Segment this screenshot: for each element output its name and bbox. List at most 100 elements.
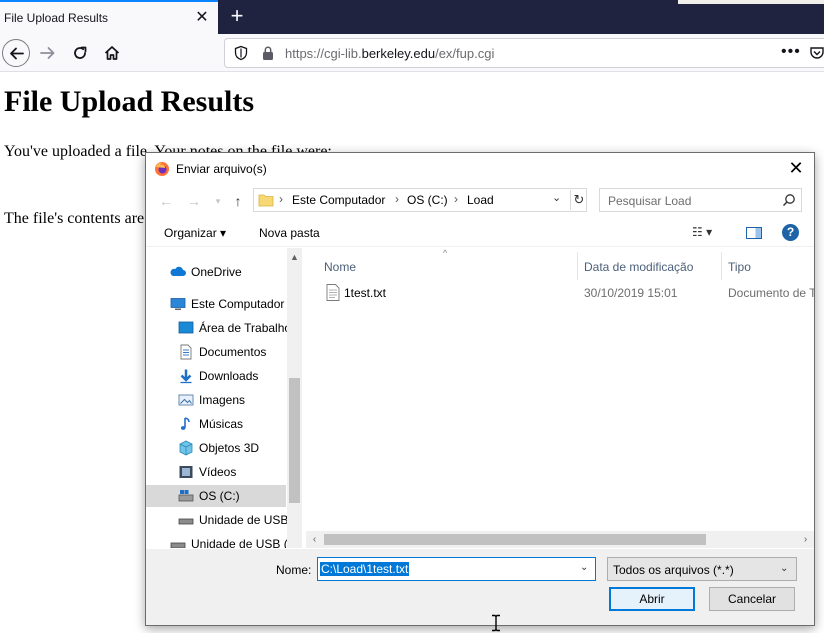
desktop-icon bbox=[178, 321, 194, 334]
text-cursor-icon bbox=[492, 614, 500, 632]
scrollbar-thumb[interactable] bbox=[289, 378, 300, 503]
file-row[interactable]: 1test.txt 30/10/2019 15:01 Documento de … bbox=[306, 282, 814, 304]
reload-button[interactable] bbox=[66, 39, 94, 67]
nav-item-objetos-3d[interactable]: Objetos 3D bbox=[178, 437, 286, 459]
scroll-right-icon[interactable]: › bbox=[797, 531, 814, 548]
pocket-icon[interactable] bbox=[809, 45, 824, 61]
scroll-left-icon[interactable]: ‹ bbox=[306, 531, 323, 548]
navigation-bar: https://cgi-lib.berkeley.edu/ex/fup.cgi … bbox=[0, 34, 824, 72]
breadcrumb-load[interactable]: Load bbox=[467, 193, 494, 207]
onedrive-icon bbox=[170, 266, 186, 276]
back-button[interactable] bbox=[2, 39, 30, 67]
scrollbar-thumb[interactable] bbox=[324, 534, 706, 545]
new-tab-button[interactable]: + bbox=[226, 4, 248, 28]
navigation-pane: OneDrive Este Computador Área de Trabalh… bbox=[146, 248, 302, 548]
file-upload-dialog: Enviar arquivo(s) ✕ ← → ▾ ↑ › Este Compu… bbox=[145, 152, 815, 626]
downloads-icon bbox=[180, 369, 192, 384]
active-tab[interactable]: File Upload Results ✕ bbox=[0, 0, 218, 34]
dialog-forward-icon[interactable]: → bbox=[186, 193, 202, 209]
dialog-toolbar: Organizar ▾ Nova pasta ☷ ▾ ? bbox=[146, 219, 814, 247]
breadcrumb-os-c[interactable]: OS (C:) bbox=[407, 193, 448, 207]
nav-item-unidade-usb[interactable]: Unidade de USB bbox=[178, 509, 289, 531]
nav-item-este-computador[interactable]: Este Computador bbox=[170, 293, 286, 315]
file-type-filter-value: Todos os arquivos (*.*) bbox=[613, 563, 734, 577]
chevron-down-icon: ⌄ bbox=[780, 563, 789, 574]
file-list-pane: ^ Nome Data de modificação Tipo 1test.tx… bbox=[306, 248, 814, 548]
navigation-pane-scrollbar[interactable]: ▲ bbox=[287, 248, 302, 548]
open-button[interactable]: Abrir bbox=[609, 587, 695, 611]
dialog-back-icon[interactable]: ← bbox=[158, 193, 174, 209]
nav-item-imagens[interactable]: Imagens bbox=[178, 389, 286, 411]
nav-item-musicas[interactable]: Músicas bbox=[178, 413, 286, 435]
nav-item-label: Vídeos bbox=[199, 465, 237, 479]
breadcrumb-separator: › bbox=[454, 192, 458, 206]
url-bar[interactable]: https://cgi-lib.berkeley.edu/ex/fup.cgi … bbox=[224, 38, 824, 68]
nav-item-label: Unidade de USB bbox=[199, 513, 289, 527]
forward-arrow-icon bbox=[40, 47, 55, 59]
dialog-title-bar: Enviar arquivo(s) ✕ bbox=[146, 153, 814, 183]
recent-locations-chevron-icon[interactable]: ▾ bbox=[210, 193, 226, 209]
organize-button[interactable]: Organizar ▾ bbox=[164, 226, 226, 240]
file-name-value[interactable]: C:\Load\1test.txt bbox=[320, 562, 410, 576]
column-header-name[interactable]: Nome bbox=[324, 260, 356, 274]
usb-drive-icon bbox=[170, 542, 186, 548]
breadcrumb-separator: › bbox=[279, 192, 283, 206]
nav-item-label: Unidade de USB (I bbox=[191, 537, 292, 548]
nav-item-os-c[interactable]: OS (C:) bbox=[146, 485, 286, 507]
column-header-type[interactable]: Tipo bbox=[728, 260, 751, 274]
refresh-icon[interactable]: ↻ bbox=[570, 190, 587, 210]
home-button[interactable] bbox=[98, 39, 126, 67]
file-list-horizontal-scrollbar[interactable]: ‹ › bbox=[306, 531, 814, 548]
scroll-up-icon[interactable]: ▲ bbox=[287, 250, 302, 265]
nav-item-documentos[interactable]: Documentos bbox=[178, 341, 286, 363]
folder-icon bbox=[258, 194, 274, 207]
file-type: Documento de T bbox=[728, 286, 814, 300]
column-divider[interactable] bbox=[577, 252, 578, 280]
address-dropdown-icon[interactable]: ⌄ bbox=[552, 191, 561, 204]
breadcrumb-este-computador[interactable]: Este Computador bbox=[292, 193, 385, 207]
cancel-button[interactable]: Cancelar bbox=[709, 587, 795, 611]
nav-item-label: OneDrive bbox=[191, 265, 242, 279]
home-icon bbox=[104, 46, 120, 60]
objects3d-icon bbox=[179, 440, 193, 456]
help-icon[interactable]: ? bbox=[782, 224, 799, 241]
drive-icon bbox=[178, 490, 194, 502]
nav-item-videos[interactable]: Vídeos bbox=[178, 461, 286, 483]
dialog-navigation: ← → ▾ ↑ › Este Computador › OS (C:) › Lo… bbox=[146, 183, 814, 219]
nav-item-onedrive[interactable]: OneDrive bbox=[170, 261, 286, 283]
nav-item-label: OS (C:) bbox=[199, 489, 240, 503]
preview-pane-icon[interactable] bbox=[746, 227, 762, 239]
nav-item-area-de-trabalho[interactable]: Área de Trabalho bbox=[178, 317, 291, 339]
dialog-close-icon[interactable]: ✕ bbox=[784, 157, 808, 179]
page-actions-more-icon[interactable]: ••• bbox=[781, 43, 801, 61]
file-name-dropdown-icon[interactable]: ⌄ bbox=[580, 562, 588, 573]
nav-item-label: Objetos 3D bbox=[199, 441, 260, 455]
file-type-filter-select[interactable]: Todos os arquivos (*.*) ⌄ bbox=[607, 557, 797, 581]
new-folder-button[interactable]: Nova pasta bbox=[259, 226, 320, 240]
nav-item-label: Este Computador bbox=[191, 297, 285, 311]
tabbar-strip bbox=[678, 0, 824, 4]
change-view-icon[interactable]: ☷ ▾ bbox=[692, 225, 726, 241]
forward-button[interactable] bbox=[34, 39, 62, 67]
tab-bar: File Upload Results ✕ + bbox=[0, 0, 824, 34]
search-placeholder: Pesquisar Load bbox=[608, 194, 692, 208]
search-icon bbox=[782, 194, 795, 207]
url-text[interactable]: https://cgi-lib.berkeley.edu/ex/fup.cgi bbox=[285, 46, 494, 61]
nav-item-unidade-usb-2[interactable]: Unidade de USB (I bbox=[170, 533, 291, 548]
tab-close-icon[interactable]: ✕ bbox=[192, 8, 212, 28]
column-header-date[interactable]: Data de modificação bbox=[584, 260, 693, 274]
lock-icon[interactable] bbox=[261, 45, 275, 61]
address-bar[interactable]: › Este Computador › OS (C:) › Load ⌄ ↻ bbox=[253, 188, 587, 212]
search-input[interactable]: Pesquisar Load bbox=[599, 188, 802, 212]
up-folder-icon[interactable]: ↑ bbox=[230, 193, 246, 209]
nav-item-downloads[interactable]: Downloads bbox=[178, 365, 286, 387]
tracking-protection-shield-icon[interactable] bbox=[233, 45, 249, 61]
nav-item-label: Área de Trabalho bbox=[199, 321, 292, 335]
text-file-icon bbox=[326, 284, 340, 301]
images-icon bbox=[178, 394, 194, 406]
videos-icon bbox=[179, 466, 193, 478]
music-icon bbox=[180, 417, 190, 430]
file-date: 30/10/2019 15:01 bbox=[584, 286, 678, 300]
column-divider[interactable] bbox=[721, 252, 722, 280]
file-name-input[interactable]: C:\Load\1test.txt ⌄ bbox=[317, 557, 596, 581]
